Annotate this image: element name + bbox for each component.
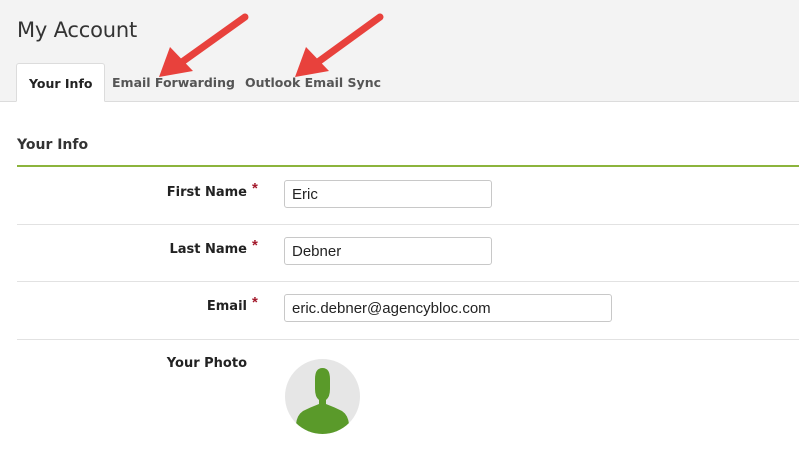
last-name-required-marker: * (252, 237, 258, 254)
your-photo-label: Your Photo (166, 356, 247, 371)
email-input[interactable] (284, 294, 612, 322)
row-divider (17, 281, 799, 282)
email-required-marker: * (252, 294, 258, 311)
tab-email-forwarding[interactable]: Email Forwarding (112, 63, 235, 102)
avatar[interactable] (285, 359, 360, 434)
email-label: Email (206, 299, 247, 314)
row-divider (17, 339, 799, 340)
tab-outlook-email-sync[interactable]: Outlook Email Sync (245, 63, 381, 102)
last-name-input[interactable] (284, 237, 492, 265)
first-name-input[interactable] (284, 180, 492, 208)
tab-your-info[interactable]: Your Info (16, 63, 106, 102)
first-name-required-marker: * (252, 180, 258, 197)
page-title: My Account (17, 18, 138, 42)
row-divider (17, 224, 799, 225)
account-header: My Account Your Info Email Forwarding Ou… (0, 0, 799, 102)
section-divider (17, 165, 799, 167)
first-name-label: First Name (166, 185, 247, 200)
section-title: Your Info (17, 137, 89, 153)
user-silhouette-icon (296, 368, 349, 434)
last-name-label: Last Name (169, 242, 247, 257)
